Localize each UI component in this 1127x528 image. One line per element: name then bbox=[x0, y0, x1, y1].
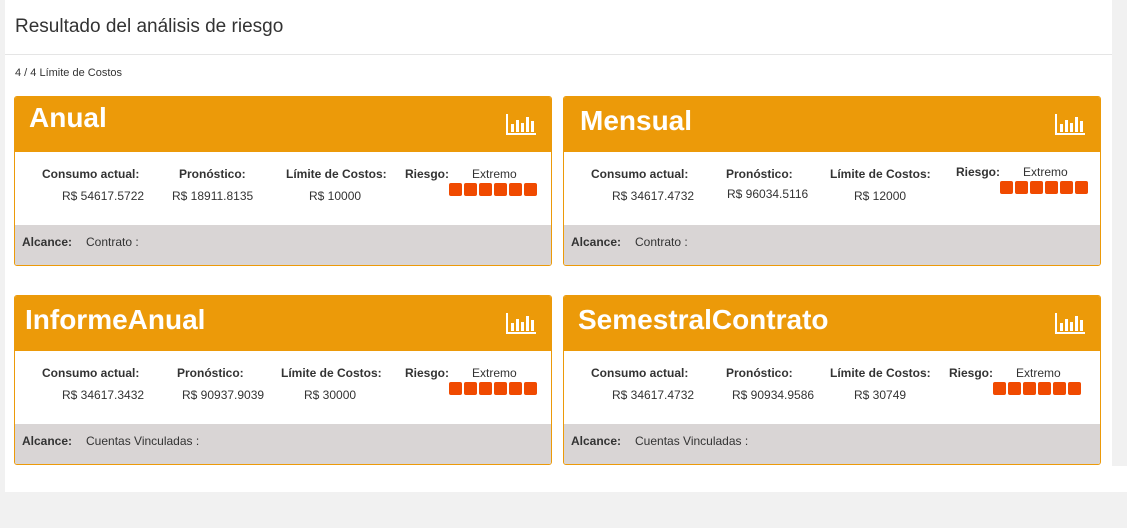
consumo-label: Consumo actual: bbox=[42, 366, 140, 380]
limite-value: R$ 30000 bbox=[304, 388, 357, 402]
riesgo-label: Riesgo: bbox=[405, 366, 450, 380]
alcance-label: Alcance: bbox=[22, 434, 73, 448]
risk-block bbox=[524, 183, 537, 196]
panel-edge bbox=[1112, 466, 1127, 492]
card-title: Mensual bbox=[580, 105, 693, 136]
risk-block bbox=[494, 382, 507, 395]
risk-block bbox=[509, 183, 522, 196]
card-metrics: Consumo actual: R$ 34617.4732 Pronóstico… bbox=[564, 152, 1100, 226]
risk-block bbox=[509, 382, 522, 395]
card-semestralcontrato: SemestralContrato Consumo actual: R$ 346… bbox=[563, 295, 1101, 465]
card-metrics: Consumo actual: R$ 34617.4732 Pronóstico… bbox=[564, 351, 1100, 425]
page-title: Resultado del análisis de riesgo bbox=[15, 16, 284, 37]
risk-block bbox=[1075, 181, 1088, 194]
limite-label: Límite de Costos: bbox=[286, 167, 387, 181]
consumo-value: R$ 34617.4732 bbox=[612, 189, 695, 203]
consumo-label: Consumo actual: bbox=[591, 167, 689, 181]
risk-block bbox=[449, 183, 462, 196]
pronostico-value: R$ 90937.9039 bbox=[182, 388, 265, 402]
card-header: InformeAnual bbox=[15, 296, 551, 351]
pronostico-value: R$ 96034.5116 bbox=[727, 187, 809, 201]
pronostico-label: Pronóstico: bbox=[179, 167, 246, 181]
consumo-value: R$ 54617.5722 bbox=[62, 189, 145, 203]
results-count: 4 / 4 Límite de Costos bbox=[15, 67, 122, 79]
risk-level-indicator bbox=[993, 382, 1081, 395]
pronostico-label: Pronóstico: bbox=[177, 366, 244, 380]
risk-block bbox=[1060, 181, 1073, 194]
limite-label: Límite de Costos: bbox=[830, 167, 931, 181]
risk-block bbox=[1008, 382, 1021, 395]
alcance-label: Alcance: bbox=[571, 434, 622, 448]
consumo-label: Consumo actual: bbox=[42, 167, 140, 181]
limite-value: R$ 12000 bbox=[854, 189, 907, 203]
riesgo-label: Riesgo: bbox=[405, 167, 450, 181]
limite-value: R$ 30749 bbox=[854, 388, 907, 402]
card-header: SemestralContrato bbox=[564, 296, 1100, 351]
riesgo-value: Extremo bbox=[472, 366, 517, 380]
card-title: Anual bbox=[29, 102, 107, 133]
alcance-label: Alcance: bbox=[571, 235, 622, 249]
card-mensual: Mensual Consumo actual: R$ 34617.4732 Pr… bbox=[563, 96, 1101, 266]
bar-chart-icon[interactable] bbox=[505, 311, 537, 335]
bar-chart-icon[interactable] bbox=[505, 112, 537, 136]
alcance-value: Contrato : bbox=[635, 235, 688, 249]
risk-block bbox=[1023, 382, 1036, 395]
risk-block bbox=[993, 382, 1006, 395]
risk-level-indicator bbox=[449, 382, 537, 395]
consumo-value: R$ 34617.3432 bbox=[62, 388, 145, 402]
consumo-value: R$ 34617.4732 bbox=[612, 388, 695, 402]
card-title: InformeAnual bbox=[25, 304, 206, 335]
alcance-value: Cuentas Vinculadas : bbox=[635, 434, 749, 448]
risk-block bbox=[449, 382, 462, 395]
card-footer: Alcance: Contrato : bbox=[564, 225, 1100, 265]
risk-block bbox=[524, 382, 537, 395]
limite-label: Límite de Costos: bbox=[281, 366, 382, 380]
card-footer: Alcance: Cuentas Vinculadas : bbox=[15, 424, 551, 464]
risk-block bbox=[1045, 181, 1058, 194]
risk-block bbox=[464, 382, 477, 395]
card-informeanual: InformeAnual Consumo actual: R$ 34617.34… bbox=[14, 295, 552, 465]
card-metrics: Consumo actual: R$ 34617.3432 Pronóstico… bbox=[15, 351, 551, 425]
card-metrics: Consumo actual: R$ 54617.5722 Pronóstico… bbox=[15, 152, 551, 226]
card-header: Mensual bbox=[564, 97, 1100, 152]
risk-block bbox=[1068, 382, 1081, 395]
risk-block bbox=[1015, 181, 1028, 194]
limite-label: Límite de Costos: bbox=[830, 366, 931, 380]
riesgo-value: Extremo bbox=[1023, 165, 1068, 179]
risk-block bbox=[494, 183, 507, 196]
risk-block bbox=[1000, 181, 1013, 194]
risk-block bbox=[1030, 181, 1043, 194]
risk-block bbox=[479, 183, 492, 196]
limite-value: R$ 10000 bbox=[309, 189, 362, 203]
riesgo-label: Riesgo: bbox=[949, 366, 994, 380]
results-panel: Resultado del análisis de riesgo 4 / 4 L… bbox=[5, 0, 1112, 492]
alcance-label: Alcance: bbox=[22, 235, 73, 249]
risk-block bbox=[464, 183, 477, 196]
riesgo-value: Extremo bbox=[1016, 366, 1061, 380]
risk-block bbox=[479, 382, 492, 395]
bar-chart-icon[interactable] bbox=[1054, 112, 1086, 136]
pronostico-value: R$ 18911.8135 bbox=[172, 189, 254, 203]
riesgo-label: Riesgo: bbox=[956, 165, 1001, 179]
pronostico-value: R$ 90934.9586 bbox=[732, 388, 815, 402]
riesgo-value: Extremo bbox=[472, 167, 517, 181]
card-title: SemestralContrato bbox=[578, 304, 829, 335]
panel-header: Resultado del análisis de riesgo bbox=[5, 0, 1112, 55]
card-footer: Alcance: Cuentas Vinculadas : bbox=[564, 424, 1100, 464]
alcance-value: Contrato : bbox=[86, 235, 139, 249]
alcance-value: Cuentas Vinculadas : bbox=[86, 434, 200, 448]
risk-block bbox=[1038, 382, 1051, 395]
pronostico-label: Pronóstico: bbox=[726, 366, 793, 380]
risk-level-indicator bbox=[449, 183, 537, 196]
risk-block bbox=[1053, 382, 1066, 395]
card-header: Anual bbox=[15, 97, 551, 152]
pronostico-label: Pronóstico: bbox=[726, 167, 793, 181]
card-footer: Alcance: Contrato : bbox=[15, 225, 551, 265]
card-anual: Anual Consumo actual: R$ 54617.5722 Pron… bbox=[14, 96, 552, 266]
consumo-label: Consumo actual: bbox=[591, 366, 689, 380]
bar-chart-icon[interactable] bbox=[1054, 311, 1086, 335]
risk-level-indicator bbox=[1000, 181, 1088, 194]
